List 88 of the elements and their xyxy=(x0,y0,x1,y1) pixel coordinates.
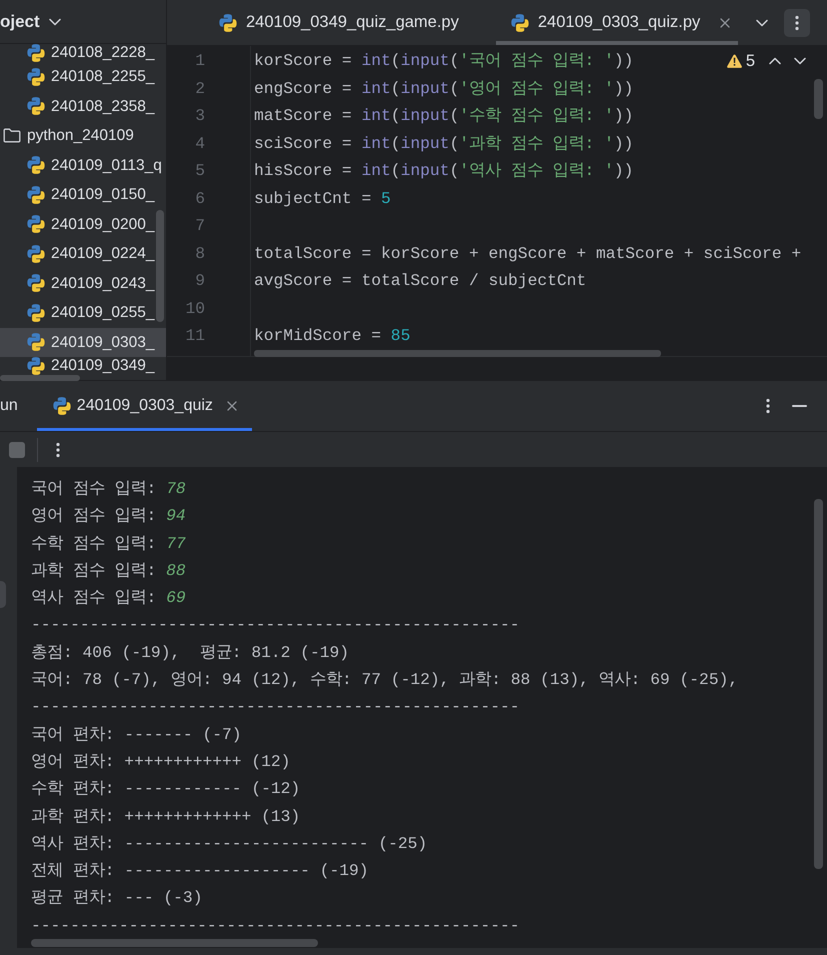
more-button[interactable] xyxy=(784,8,810,36)
code-line: hisScore = int(input('역사 점수 입력: ')) xyxy=(254,161,634,180)
line-number: 1 xyxy=(195,51,205,70)
console-line: 역사 편차: ------------------------- (-25) xyxy=(31,834,428,853)
line-number: 4 xyxy=(195,134,205,152)
more-icon[interactable] xyxy=(56,442,60,458)
more-icon[interactable] xyxy=(766,398,770,414)
python-logo-icon xyxy=(27,215,45,234)
console-line: 국어: 78 (-7), 영어: 94 (12), 수학: 77 (-12), 과학: 88 (13), 역사: 69 (-25), xyxy=(31,670,738,690)
file-item[interactable]: 240108_2228_ xyxy=(0,44,166,62)
close-icon[interactable] xyxy=(226,401,237,411)
line-number: 9 xyxy=(195,271,205,290)
file-item[interactable]: 240109_0200_ xyxy=(0,210,166,239)
file-item[interactable]: 240109_0303_ xyxy=(0,328,166,357)
vertical-scrollbar[interactable] xyxy=(814,79,823,119)
console-line: 총점: 406 (-19), 평균: 81.2 (-19) xyxy=(31,642,350,662)
run-tab[interactable]: 240109_0303_quiz xyxy=(36,381,252,431)
console-line: 영어 편차: ++++++++++++ (12) xyxy=(31,752,290,771)
console-line: -------------------------------------------------- xyxy=(31,916,520,935)
line-number: 3 xyxy=(195,106,205,125)
python-logo-icon xyxy=(27,304,45,322)
line-number: 11 xyxy=(185,326,205,345)
python-logo-icon xyxy=(510,14,529,32)
python-logo-icon xyxy=(27,244,45,263)
console-line: 평균 편차: --- (-3) xyxy=(31,888,202,908)
line-number: 2 xyxy=(195,78,205,98)
code-line: subjectCnt = 5 xyxy=(254,188,391,208)
code-line: sciScore = int(input('과학 점수 입력: ')) xyxy=(254,134,634,152)
file-item[interactable]: 240108_2255_ xyxy=(0,62,166,92)
python-logo-icon xyxy=(27,97,45,116)
editor-tab[interactable]: 240109_0303_quiz.py xyxy=(496,0,738,45)
code-line: korScore = int(input('국어 점수 입력: ')) xyxy=(254,51,634,70)
file-item[interactable]: 240109_0224_ xyxy=(0,239,166,268)
horizontal-scrollbar[interactable] xyxy=(31,939,318,948)
python-logo-icon xyxy=(27,156,45,174)
close-icon[interactable] xyxy=(720,18,730,28)
console-line: 영어 점수 입력: 94 xyxy=(31,506,186,526)
python-logo-icon xyxy=(219,14,237,32)
view-dropdown[interactable]: oject xyxy=(0,12,61,32)
line-number: 5 xyxy=(195,161,205,180)
editor-tab[interactable]: 240109_0349_quiz_game.py xyxy=(204,0,474,45)
code-line: engScore = int(input('영어 점수 입력: ')) xyxy=(254,78,634,98)
chevron-down-icon xyxy=(48,18,61,26)
code-line: avgScore = totalScore / subjectCnt xyxy=(254,271,586,290)
code-line: totalScore = korScore + engScore + matScore + sciScore + xyxy=(254,244,802,262)
python-logo-icon xyxy=(27,44,45,62)
console-line: 수학 편차: ------------ (-12) xyxy=(31,779,300,798)
python-logo-icon xyxy=(52,397,71,415)
console-line: -------------------------------------------------- xyxy=(31,697,520,716)
vertical-scrollbar[interactable] xyxy=(814,499,823,869)
console-line: 전체 편차: ------------------- (-19) xyxy=(31,861,369,880)
more-icon[interactable] xyxy=(795,14,799,30)
horizontal-scrollbar[interactable] xyxy=(254,350,661,356)
warning-icon[interactable] xyxy=(726,54,742,68)
vertical-scrollbar[interactable] xyxy=(156,210,164,322)
console-line: 국어 편차: ------- (-7) xyxy=(31,724,242,744)
file-item[interactable]: 240109_0349_ xyxy=(0,357,166,375)
code-line: korMidScore = 85 xyxy=(254,326,410,345)
file-item[interactable]: 240109_0243_ xyxy=(0,268,166,298)
console-line: 과학 점수 입력: 88 xyxy=(31,560,186,580)
minimize-icon[interactable] xyxy=(792,405,807,407)
line-number: 8 xyxy=(195,244,205,262)
warning-count[interactable]: 5 xyxy=(746,51,755,71)
console-line: 수학 점수 입력: 77 xyxy=(31,534,186,553)
file-item[interactable]: 240109_0150_ xyxy=(0,180,166,210)
code-line: matScore = int(input('수학 점수 입력: ')) xyxy=(254,106,634,125)
console-line: 과학 편차: +++++++++++++ (13) xyxy=(31,806,300,826)
python-logo-icon xyxy=(27,186,45,204)
file-item[interactable]: 240109_0255_ xyxy=(0,298,166,328)
console-line: 역사 점수 입력: 69 xyxy=(31,588,186,608)
python-logo-icon xyxy=(27,357,45,375)
chevron-up-icon[interactable] xyxy=(769,57,781,65)
line-number: 6 xyxy=(195,188,205,208)
line-number: 7 xyxy=(195,216,205,235)
console-line: 국어 점수 입력: 78 xyxy=(31,479,186,498)
python-logo-icon xyxy=(27,68,45,86)
line-number: 10 xyxy=(185,298,205,318)
console-line: -------------------------------------------------- xyxy=(31,615,520,634)
python-logo-icon xyxy=(27,274,45,292)
chevron-down-icon[interactable] xyxy=(794,57,806,65)
chevron-down-icon[interactable] xyxy=(756,18,768,26)
file-item[interactable]: 240109_0113_q xyxy=(0,150,166,180)
panel-title: un xyxy=(0,396,18,416)
horizontal-scrollbar[interactable] xyxy=(0,375,80,381)
file-item[interactable]: 240108_2358_ xyxy=(0,92,166,121)
folder-icon xyxy=(3,128,21,144)
python-logo-icon xyxy=(27,333,45,352)
folder-item[interactable]: python_240109 xyxy=(0,121,166,150)
